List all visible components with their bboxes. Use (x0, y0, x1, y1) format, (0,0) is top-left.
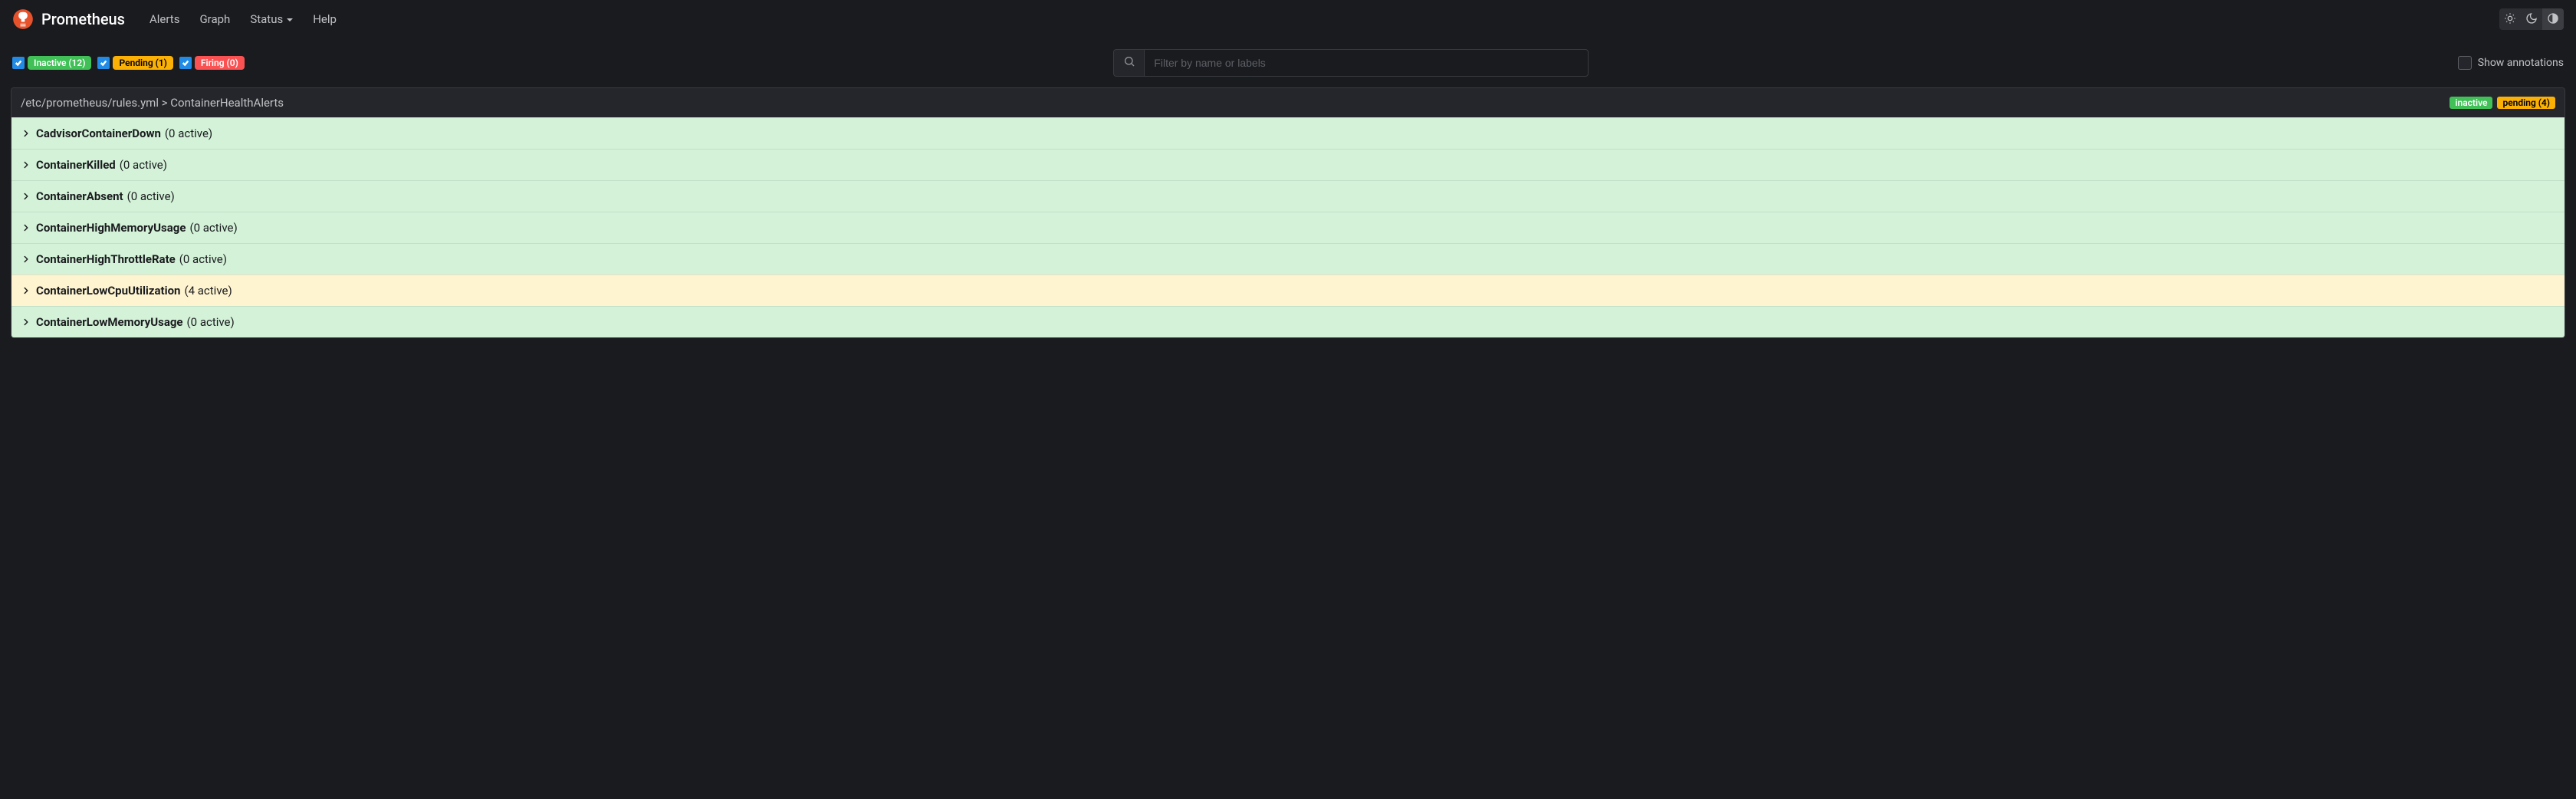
alert-row[interactable]: ContainerLowCpuUtilization (4 active) (12, 275, 2564, 306)
sun-icon (2504, 12, 2516, 27)
show-annotations-checkbox[interactable] (2458, 56, 2472, 70)
theme-dark-button[interactable] (2521, 8, 2542, 30)
filter-firing-badge: Firing (0) (195, 56, 245, 70)
alert-name: ContainerKilled (36, 158, 116, 172)
chevron-right-icon (21, 191, 31, 202)
nav-alerts[interactable]: Alerts (140, 6, 189, 32)
filter-firing-checkbox[interactable] (179, 57, 192, 69)
alert-name: ContainerAbsent (36, 189, 123, 203)
filter-pending-wrap: Pending (1) (97, 56, 172, 70)
nav-links: Alerts Graph Status Help (140, 6, 346, 32)
alert-row[interactable]: ContainerHighThrottleRate(0 active) (12, 243, 2564, 275)
alerts-list: CadvisorContainerDown(0 active)Container… (12, 117, 2564, 337)
rule-group: /etc/prometheus/rules.yml > ContainerHea… (11, 87, 2565, 338)
alert-name: ContainerLowCpuUtilization (36, 284, 180, 298)
chevron-right-icon (21, 222, 31, 233)
group-badge-pending: pending (4) (2497, 97, 2555, 109)
rule-group-title: /etc/prometheus/rules.yml > ContainerHea… (21, 96, 284, 110)
filter-firing-wrap: Firing (0) (179, 56, 245, 70)
alert-name: CadvisorContainerDown (36, 127, 161, 140)
filter-pending-checkbox[interactable] (97, 57, 110, 69)
alert-name: ContainerHighMemoryUsage (36, 221, 186, 235)
alert-active-count: (0 active) (189, 221, 237, 235)
alert-row[interactable]: ContainerLowMemoryUsage (0 active) (12, 306, 2564, 337)
alert-row[interactable]: CadvisorContainerDown (0 active) (12, 117, 2564, 149)
filter-inactive-wrap: Inactive (12) (12, 56, 91, 70)
filter-bar: Inactive (12) Pending (1) Firing (0) Sho… (0, 38, 2576, 87)
alert-row[interactable]: ContainerHighMemoryUsage(0 active) (12, 212, 2564, 243)
show-annotations-wrap: Show annotations (2458, 56, 2564, 70)
chevron-right-icon (21, 285, 31, 296)
moon-icon (2525, 12, 2538, 27)
filter-pending-badge: Pending (1) (113, 56, 172, 70)
search-icon (1123, 55, 1135, 71)
rule-group-header[interactable]: /etc/prometheus/rules.yml > ContainerHea… (12, 88, 2564, 117)
search-wrap (1113, 49, 1589, 77)
contrast-icon (2547, 12, 2559, 27)
alert-active-count: (0 active) (179, 252, 227, 266)
show-annotations-label: Show annotations (2478, 57, 2564, 69)
search-icon-box (1113, 49, 1144, 77)
brand-wrap[interactable]: Prometheus (12, 8, 125, 30)
alert-row[interactable]: ContainerAbsent (0 active) (12, 180, 2564, 212)
alert-active-count: (0 active) (127, 189, 175, 203)
theme-auto-button[interactable] (2542, 8, 2564, 30)
alert-active-count: (0 active) (165, 127, 212, 140)
nav-status[interactable]: Status (241, 6, 302, 32)
brand-text: Prometheus (41, 10, 125, 28)
alert-name: ContainerLowMemoryUsage (36, 315, 183, 329)
prometheus-logo-icon (12, 8, 34, 30)
alert-row[interactable]: ContainerKilled (0 active) (12, 149, 2564, 180)
alert-active-count: (0 active) (120, 158, 167, 172)
alert-active-count: (0 active) (187, 315, 235, 329)
group-badge-inactive: inactive (2450, 97, 2492, 109)
theme-light-button[interactable] (2499, 8, 2521, 30)
chevron-right-icon (21, 317, 31, 327)
alert-name: ContainerHighThrottleRate (36, 252, 176, 266)
search-input[interactable] (1144, 49, 1589, 77)
theme-switcher (2499, 8, 2564, 30)
alert-active-count: (4 active) (184, 284, 232, 298)
nav-graph[interactable]: Graph (190, 6, 239, 32)
nav-help[interactable]: Help (304, 6, 346, 32)
chevron-right-icon (21, 159, 31, 170)
rule-group-badges: inactive pending (4) (2450, 97, 2555, 109)
filter-inactive-checkbox[interactable] (12, 57, 25, 69)
navbar: Prometheus Alerts Graph Status Help (0, 0, 2576, 38)
chevron-right-icon (21, 254, 31, 265)
filter-inactive-badge: Inactive (12) (28, 56, 91, 70)
chevron-right-icon (21, 128, 31, 139)
